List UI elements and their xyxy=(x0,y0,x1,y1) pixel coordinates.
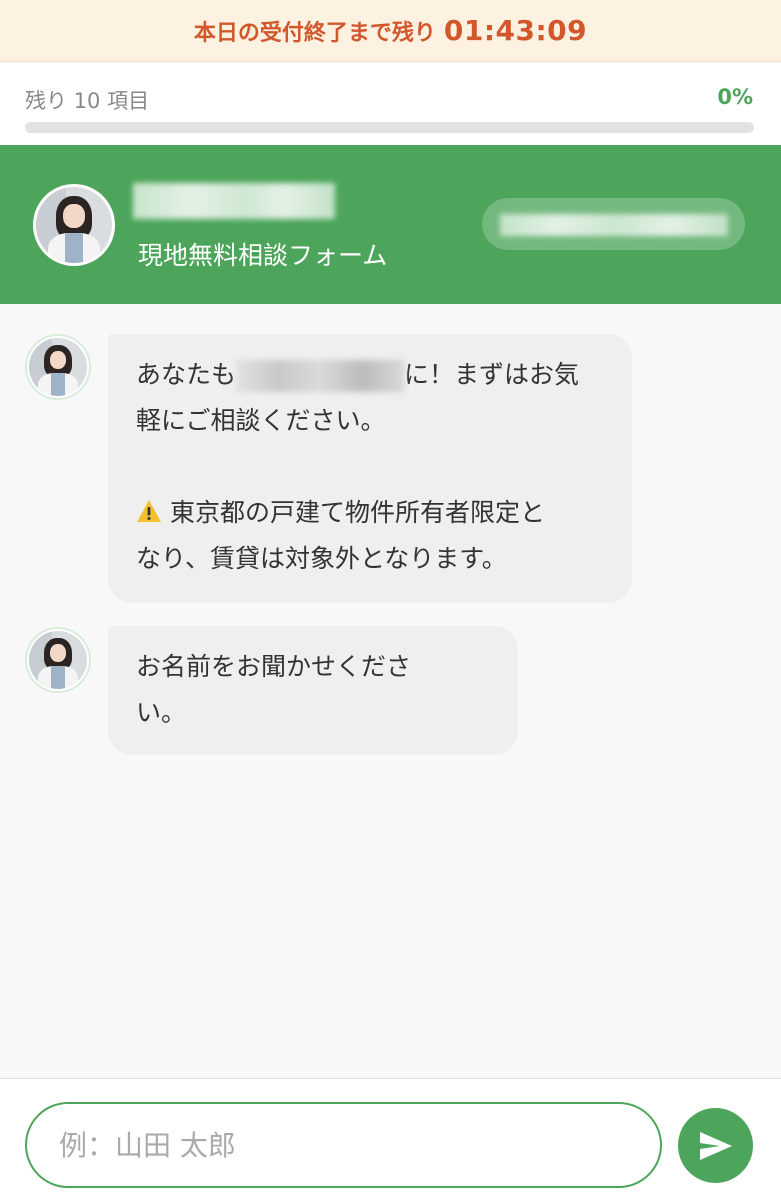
message-line: 東京都の戸建て物件所有者限定と xyxy=(136,490,604,536)
message-text: あなたも xyxy=(136,360,237,389)
send-button[interactable] xyxy=(678,1108,753,1183)
message-text: い。 xyxy=(136,698,187,727)
chat-message: お名前をお聞かせくださ い。 xyxy=(108,626,518,755)
chat-message: あなたも に！まずはお気 軽にご相談ください。 東京都の戸建て物件所有者限定と な… xyxy=(108,334,632,603)
message-avatar xyxy=(25,627,91,693)
send-icon xyxy=(699,1131,732,1160)
progress-bar xyxy=(25,122,754,133)
header-badge-text-redacted xyxy=(500,214,728,236)
redacted-text xyxy=(236,360,405,392)
progress-percent-label: 0% xyxy=(717,85,753,109)
countdown-banner: 本日の受付終了まで残り 01:43:09 xyxy=(0,0,781,62)
progress-section: 残り 10 項目 0% xyxy=(0,63,781,145)
input-bar xyxy=(0,1078,781,1204)
form-title: 現地無料相談フォーム xyxy=(138,241,388,270)
warning-icon xyxy=(137,500,161,522)
name-input[interactable] xyxy=(25,1102,662,1188)
countdown-timer: 01:43:09 xyxy=(443,14,588,47)
progress-remaining-label: 残り 10 項目 xyxy=(25,89,150,113)
countdown-label: 本日の受付終了まで残り xyxy=(193,20,436,46)
message-text: 東京都の戸建て物件所有者限定と xyxy=(170,498,546,527)
message-line: あなたも に！まずはお気 xyxy=(136,352,604,398)
message-text: 軽にご相談ください。 xyxy=(136,406,386,435)
message-avatar xyxy=(25,334,91,400)
operator-avatar xyxy=(33,184,115,266)
operator-name-redacted xyxy=(133,183,335,219)
message-text: に！まずはお気 xyxy=(404,360,580,389)
message-text: お名前をお聞かせくださ xyxy=(136,652,412,681)
message-text: なり、賃貸は対象外となります。 xyxy=(136,544,507,573)
